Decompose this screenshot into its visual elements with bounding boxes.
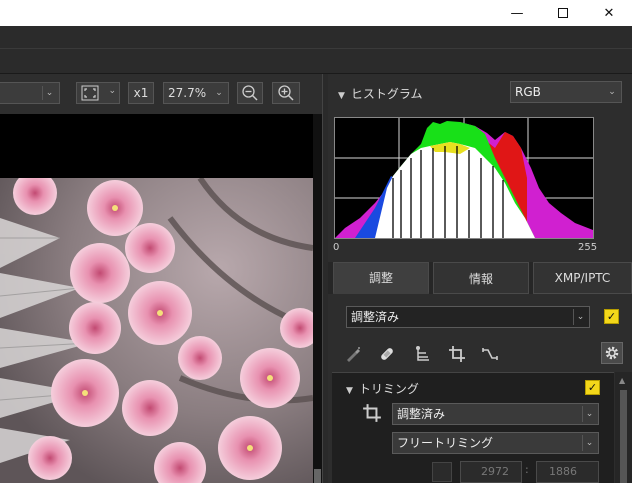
trim-width-field[interactable]: 2972 [460, 461, 522, 483]
dimension-separator: : [525, 463, 529, 476]
straighten-icon [482, 348, 498, 360]
histogram-min-label: 0 [333, 242, 340, 253]
zoom-1x-button[interactable]: x1 [128, 82, 154, 104]
chevron-down-icon: ⌄ [582, 435, 596, 451]
trimming-header[interactable]: ▼ トリミング [346, 380, 419, 397]
zoom-level-value: 27.7% [168, 86, 207, 100]
trimming-mode-select[interactable]: 調整済み ⌄ [392, 403, 599, 425]
bandage-button[interactable] [376, 343, 398, 365]
control-point-icon [416, 346, 429, 361]
histogram-channel-value: RGB [515, 85, 541, 99]
minimize-button[interactable]: — [494, 0, 540, 26]
menu-bar [0, 26, 632, 74]
gear-icon [605, 346, 619, 360]
viewer-scrollbar[interactable] [313, 114, 322, 483]
minimize-icon: — [510, 5, 524, 21]
histogram-graph [334, 117, 594, 239]
retouch-brush-icon [347, 347, 360, 362]
adjust-preset-value: 調整済み [351, 310, 400, 324]
trim-height-field[interactable]: 1886 [536, 461, 599, 483]
crop-icon [449, 346, 465, 362]
image-viewer[interactable] [0, 114, 322, 483]
chevron-down-icon: ⌄ [582, 406, 596, 422]
maximize-button[interactable] [540, 0, 586, 26]
retouch-brush-button[interactable] [342, 343, 364, 365]
histogram-max-label: 255 [578, 242, 598, 253]
view-mode-dropdown[interactable]: ⌄ [0, 82, 60, 104]
collapse-icon: ▼ [338, 91, 345, 101]
zoom-out-icon [242, 85, 258, 101]
aspect-lock-icon[interactable] [432, 462, 452, 482]
histogram-title: ヒストグラム [350, 87, 423, 101]
chevron-down-icon: ⌄ [42, 86, 56, 100]
tab-xmp-iptc[interactable]: XMP/IPTC [533, 262, 632, 294]
zoom-in-icon [278, 85, 294, 101]
panel-scrollbar[interactable]: ▲ [615, 372, 632, 483]
straighten-button[interactable] [479, 343, 501, 365]
crop-tool-button[interactable] [446, 343, 468, 365]
close-button[interactable]: ✕ [586, 0, 632, 26]
trimming-type-select[interactable]: フリートリミング ⌄ [392, 432, 599, 454]
fit-screen-icon [81, 85, 99, 101]
tab-adjust[interactable]: 調整 [333, 262, 429, 294]
trimming-enabled-checkbox[interactable]: ✓ [585, 380, 600, 395]
zoom-in-button[interactable] [272, 82, 300, 104]
chevron-down-icon: ⌄ [608, 87, 616, 97]
settings-button[interactable] [601, 342, 623, 364]
adjust-enabled-checkbox[interactable]: ✓ [604, 309, 619, 324]
control-point-button[interactable] [412, 343, 434, 365]
crop-icon [362, 403, 384, 425]
cherry-blossom-photo [0, 178, 313, 483]
chevron-down-icon: ⌄ [573, 309, 587, 325]
tab-info[interactable]: 情報 [433, 262, 529, 294]
zoom-level-select[interactable]: 27.7% ⌄ [163, 82, 229, 104]
close-icon: ✕ [603, 5, 615, 21]
maximize-icon [558, 8, 568, 18]
adjust-preset-select[interactable]: 調整済み ⌄ [346, 306, 590, 328]
trimming-mode-value: 調整済み [397, 407, 446, 421]
trimming-title: トリミング [358, 382, 419, 396]
scroll-up-icon[interactable]: ▲ [619, 376, 625, 385]
scrollbar-thumb[interactable] [314, 469, 321, 483]
trimming-type-value: フリートリミング [397, 436, 494, 450]
chevron-down-icon: ⌄ [108, 86, 116, 96]
collapse-icon: ▼ [346, 386, 353, 396]
scrollbar-thumb[interactable] [620, 390, 627, 483]
menu-divider [0, 48, 632, 49]
window-titlebar: — ✕ [0, 0, 632, 26]
fit-to-screen-button[interactable]: ⌄ [76, 82, 120, 104]
histogram-header[interactable]: ▼ ヒストグラム [338, 85, 423, 102]
bandage-icon [381, 348, 393, 360]
zoom-out-button[interactable] [237, 82, 263, 104]
chevron-down-icon: ⌄ [215, 88, 223, 98]
histogram-channel-select[interactable]: RGB ⌄ [510, 81, 622, 103]
